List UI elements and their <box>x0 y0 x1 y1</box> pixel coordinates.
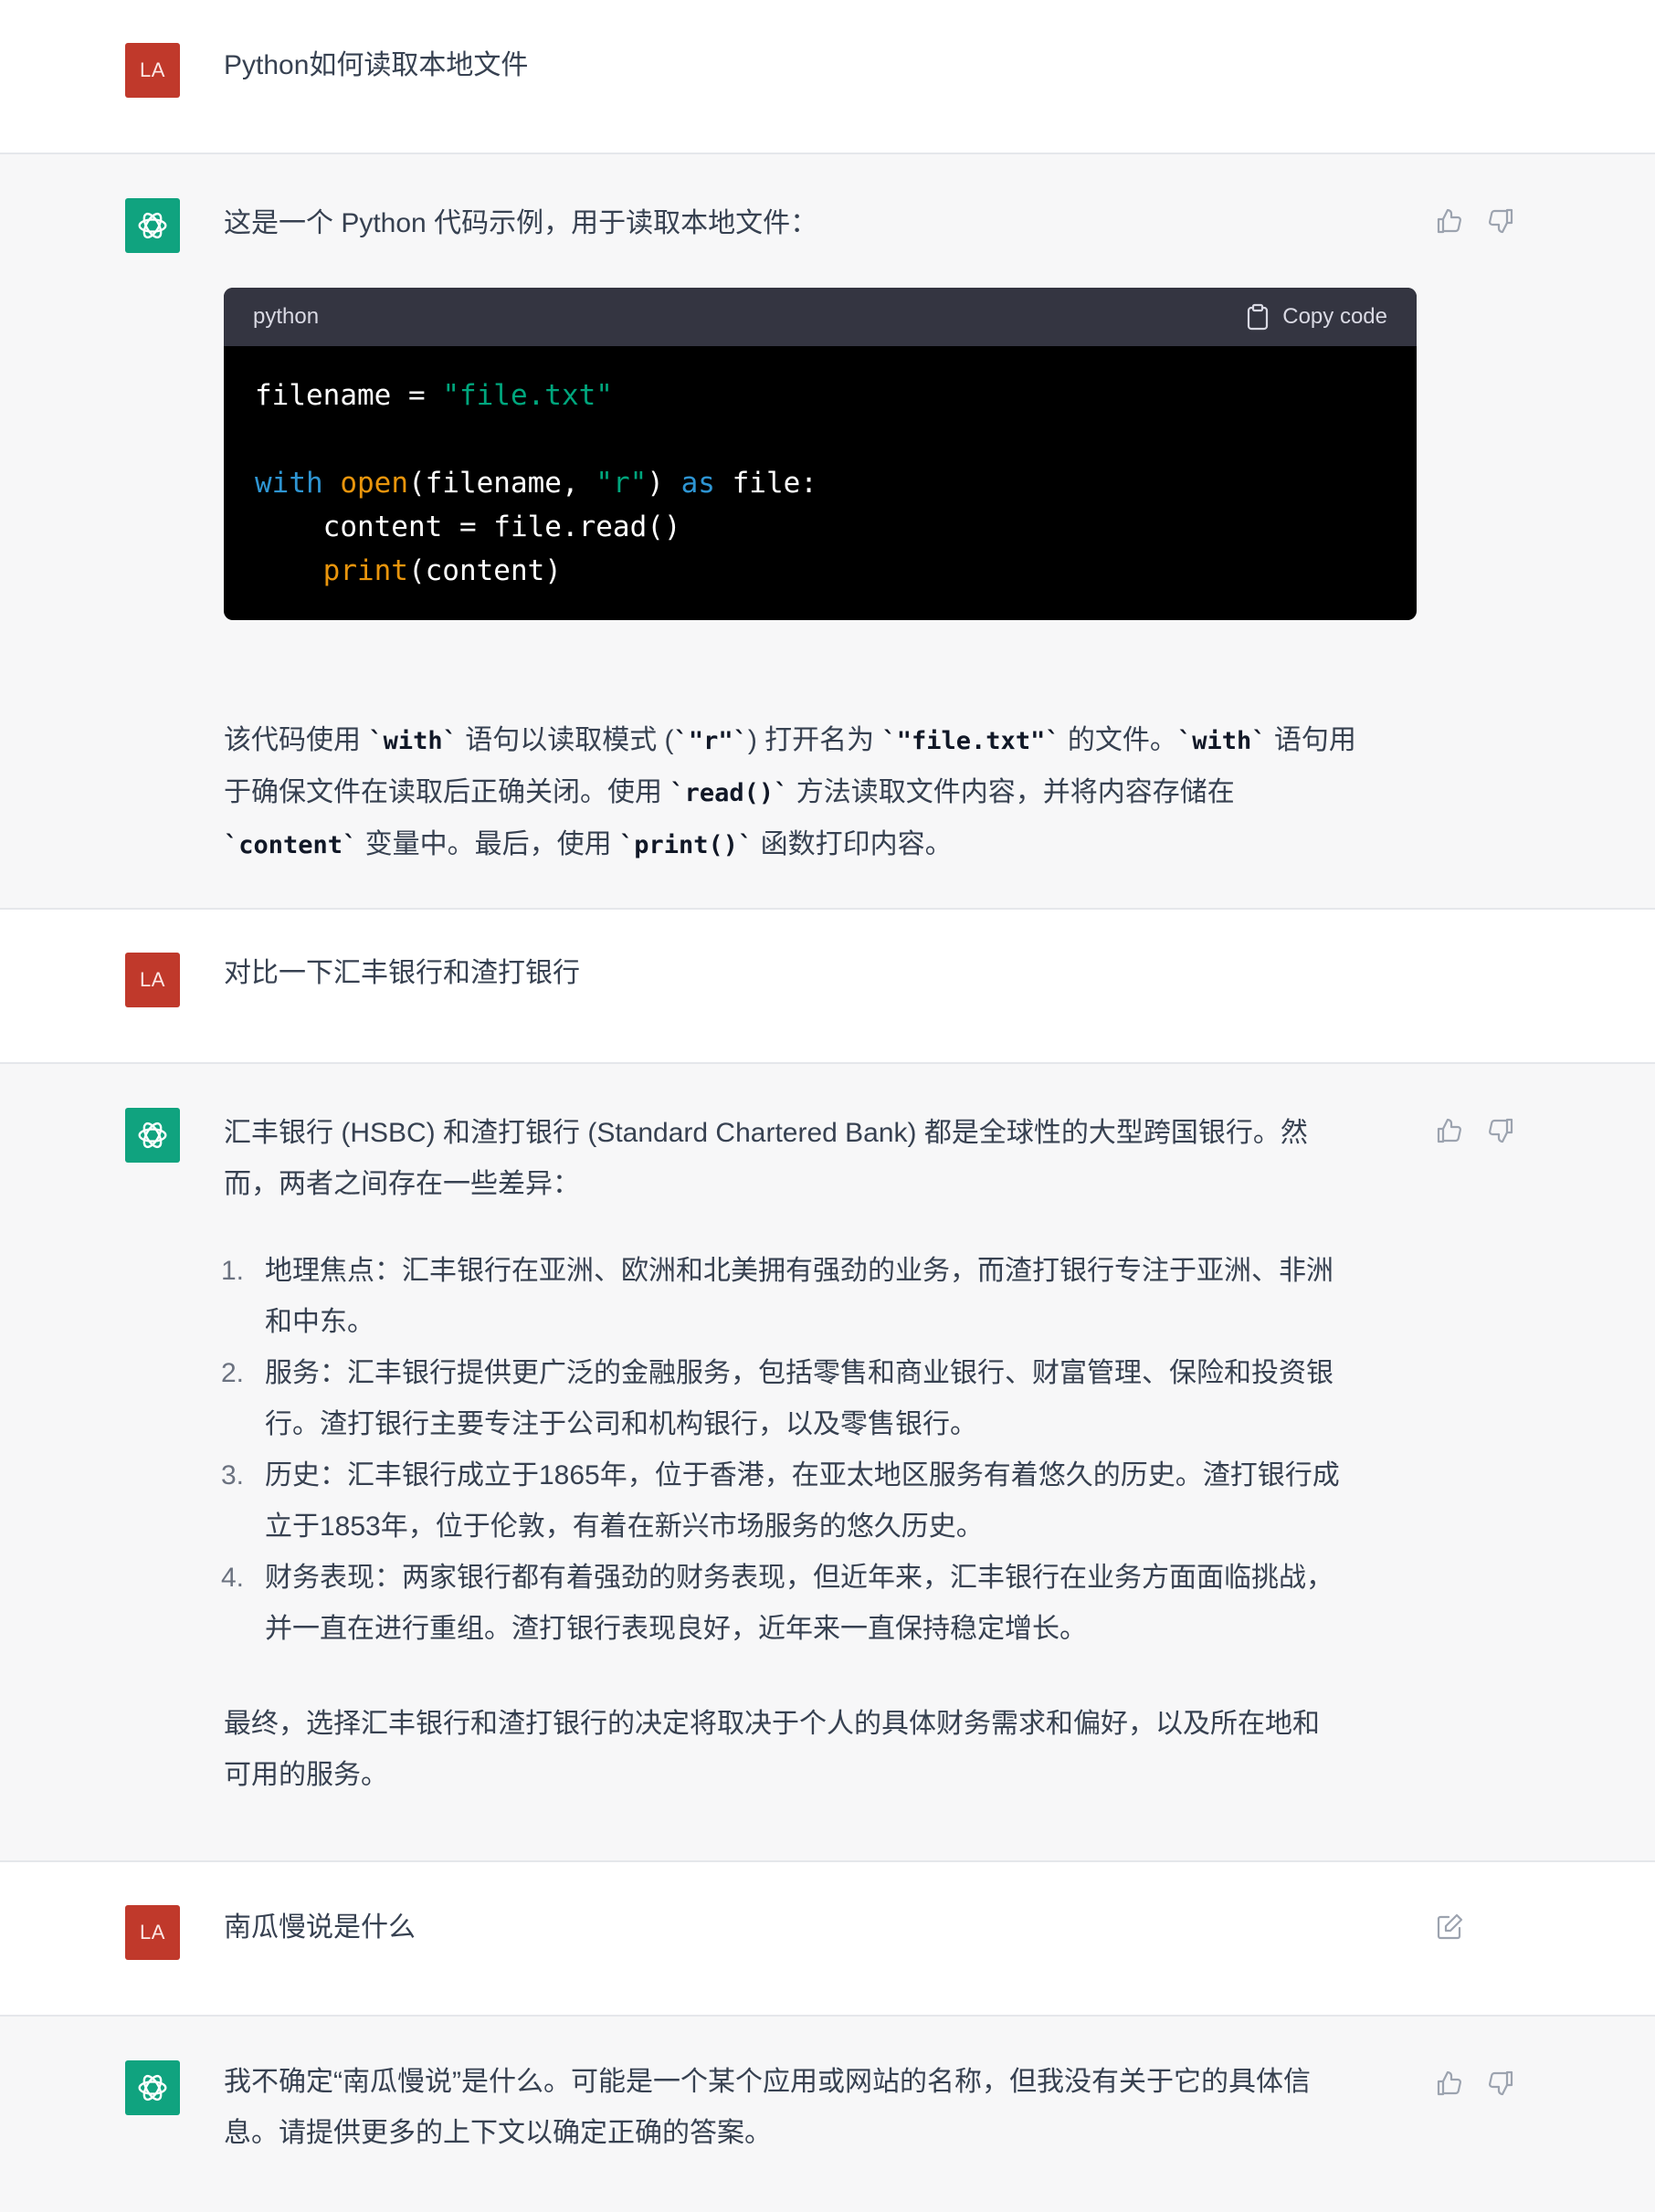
thumbs-up-icon <box>1437 208 1461 234</box>
edit-message-button[interactable] <box>1434 1912 1465 1943</box>
list-item: 4. 财务表现：两家银行都有着强劲的财务表现，但近年来，汇丰银行在业务方面面临挑战… <box>221 1563 1333 1644</box>
comparison-list: 1. 地理焦点：汇丰银行在亚洲、欧洲和北美拥有强劲的业务，而渣打银行专注于亚洲、非… <box>221 1246 1416 1655</box>
assistant-avatar <box>125 2060 180 2115</box>
code-block: python Copy code filename = "file.txt" w… <box>224 288 1417 620</box>
code-line: with open(filename, "r") as file: <box>255 467 817 500</box>
assistant-avatar <box>125 1108 180 1163</box>
intro-line: 汇丰银行 (HSBC) 和渣打银行 (Standard Chartered Ba… <box>224 1118 1308 1148</box>
user-message-text: 南瓜慢说是什么 <box>224 1912 416 1943</box>
openai-logo-icon <box>138 1120 167 1151</box>
user-avatar: LA <box>125 43 180 98</box>
list-item: 3. 历史：汇丰银行成立于1865年，位于香港，在亚太地区服务有着悠久的历史。渣打… <box>221 1460 1340 1542</box>
thumbs-up-button[interactable] <box>1434 2068 1465 2099</box>
assistant-message: 我不确定“南瓜慢说”是什么。可能是一个某个应用或网站的名称，但我没有关于它的具体… <box>0 2017 1655 2212</box>
code-language: python <box>253 304 320 329</box>
feedback-buttons <box>1434 1115 1516 1146</box>
thumbs-up-icon <box>1437 1118 1461 1143</box>
code-line: filename = "file.txt" <box>255 379 613 412</box>
list-item: 2. 服务：汇丰银行提供更广泛的金融服务，包括零售和商业银行、财富管理、保险和投资… <box>221 1358 1333 1439</box>
edit-icon <box>1437 1913 1463 1940</box>
explanation-line: `content` 变量中。最后，使用 `print()` 函数打印内容。 <box>224 829 953 859</box>
thumbs-down-button[interactable] <box>1485 205 1516 237</box>
thumbs-down-icon <box>1489 208 1513 234</box>
user-avatar: LA <box>125 1905 180 1960</box>
thumbs-up-button[interactable] <box>1434 205 1465 237</box>
user-message: LA 对比一下汇丰银行和渣打银行 <box>0 910 1655 1064</box>
thumbs-down-icon <box>1489 2070 1513 2096</box>
user-message-text: 对比一下汇丰银行和渣打银行 <box>224 958 580 988</box>
thumbs-down-button[interactable] <box>1485 2068 1516 2099</box>
code-header: python Copy code <box>224 288 1417 346</box>
conclusion-line: 最终，选择汇丰银行和渣打银行的决定将取决于个人的具体财务需求和偏好，以及所在地和 <box>224 1709 1320 1739</box>
clipboard-icon <box>1248 303 1269 331</box>
assistant-intro: 汇丰银行 (HSBC) 和渣打银行 (Standard Chartered Ba… <box>224 1108 1416 1210</box>
copy-code-label: Copy code <box>1282 304 1387 329</box>
code-content: filename = "file.txt" with open(filename… <box>224 346 1417 620</box>
thumbs-down-button[interactable] <box>1485 1115 1516 1146</box>
answer-line: 我不确定“南瓜慢说”是什么。可能是一个某个应用或网站的名称，但我没有关于它的具体… <box>224 2067 1311 2097</box>
assistant-message: 汇丰银行 (HSBC) 和渣打银行 (Standard Chartered Ba… <box>0 1064 1655 1862</box>
list-item: 1. 地理焦点：汇丰银行在亚洲、欧洲和北美拥有强劲的业务，而渣打银行专注于亚洲、非… <box>221 1256 1333 1337</box>
copy-code-button[interactable]: Copy code <box>1246 303 1387 331</box>
thumbs-up-button[interactable] <box>1434 1115 1465 1146</box>
assistant-answer: 我不确定“南瓜慢说”是什么。可能是一个某个应用或网站的名称，但我没有关于它的具体… <box>224 2057 1416 2159</box>
answer-line: 息。请提供更多的上下文以确定正确的答案。 <box>224 2118 772 2148</box>
code-line: print(content) <box>322 554 562 587</box>
thumbs-down-icon <box>1489 1118 1513 1143</box>
assistant-intro: 这是一个 Python 代码示例，用于读取本地文件： <box>224 208 818 238</box>
assistant-avatar <box>125 198 180 253</box>
openai-logo-icon <box>138 2072 167 2103</box>
assistant-message: 这是一个 Python 代码示例，用于读取本地文件： python Copy c… <box>0 154 1655 910</box>
explanation-line: 该代码使用 `with` 语句以读取模式 (`"r"`) 打开名为 `"file… <box>224 725 1356 755</box>
code-line: content = file.read() <box>255 511 681 543</box>
feedback-buttons <box>1434 2068 1516 2099</box>
user-message: LA 南瓜慢说是什么 <box>0 1862 1655 2017</box>
explanation-line: 于确保文件在读取后正确关闭。使用 `read()` 方法读取文件内容，并将内容存… <box>224 777 1235 807</box>
assistant-conclusion: 最终，选择汇丰银行和渣打银行的决定将取决于个人的具体财务需求和偏好，以及所在地和… <box>224 1699 1416 1801</box>
feedback-buttons <box>1434 205 1516 237</box>
user-avatar: LA <box>125 953 180 1007</box>
user-message-text: Python如何读取本地文件 <box>224 50 529 80</box>
thumbs-up-icon <box>1437 2070 1461 2096</box>
user-message: LA Python如何读取本地文件 <box>0 0 1655 154</box>
openai-logo-icon <box>138 210 167 241</box>
assistant-explanation: 该代码使用 `with` 语句以读取模式 (`"r"`) 打开名为 `"file… <box>224 715 1416 871</box>
conclusion-line: 可用的服务。 <box>224 1760 388 1790</box>
edit-button-wrap <box>1434 1912 1465 1943</box>
intro-line: 而，两者之间存在一些差异： <box>224 1169 580 1199</box>
